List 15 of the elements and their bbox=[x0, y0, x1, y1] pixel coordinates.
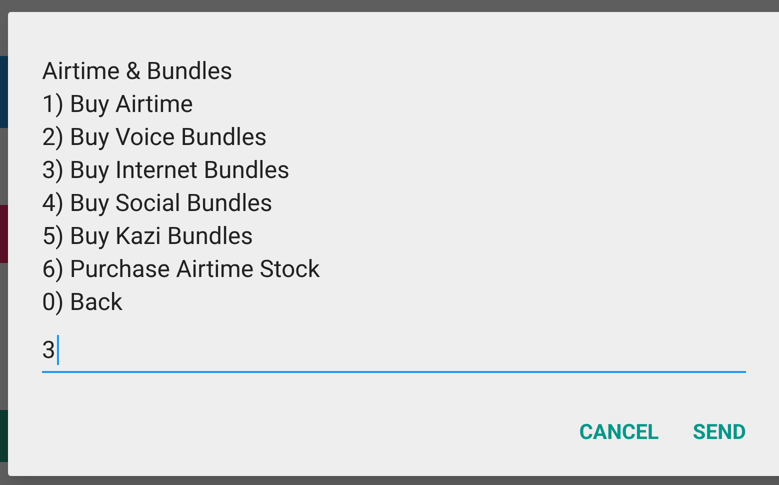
dialog-title: Airtime & Bundles bbox=[42, 56, 234, 87]
menu-option: 1) Buy Airtime bbox=[42, 88, 765, 121]
menu-option: 0) Back bbox=[42, 286, 765, 319]
menu-option: 4) Buy Social Bundles bbox=[42, 187, 765, 220]
app-tile bbox=[0, 410, 8, 462]
app-tile bbox=[0, 205, 8, 263]
text-cursor bbox=[56, 335, 58, 365]
menu-option: 5) Buy Kazi Bundles bbox=[42, 220, 765, 253]
input-field[interactable]: 3 bbox=[42, 329, 746, 373]
app-tile bbox=[0, 56, 8, 128]
cancel-button[interactable]: CANCEL bbox=[579, 419, 659, 447]
menu-option: 3) Buy Internet Bundles bbox=[42, 154, 765, 187]
menu-option: 6) Purchase Airtime Stock bbox=[42, 253, 765, 286]
menu-option: 2) Buy Voice Bundles bbox=[42, 121, 765, 154]
send-button[interactable]: SEND bbox=[692, 419, 746, 447]
